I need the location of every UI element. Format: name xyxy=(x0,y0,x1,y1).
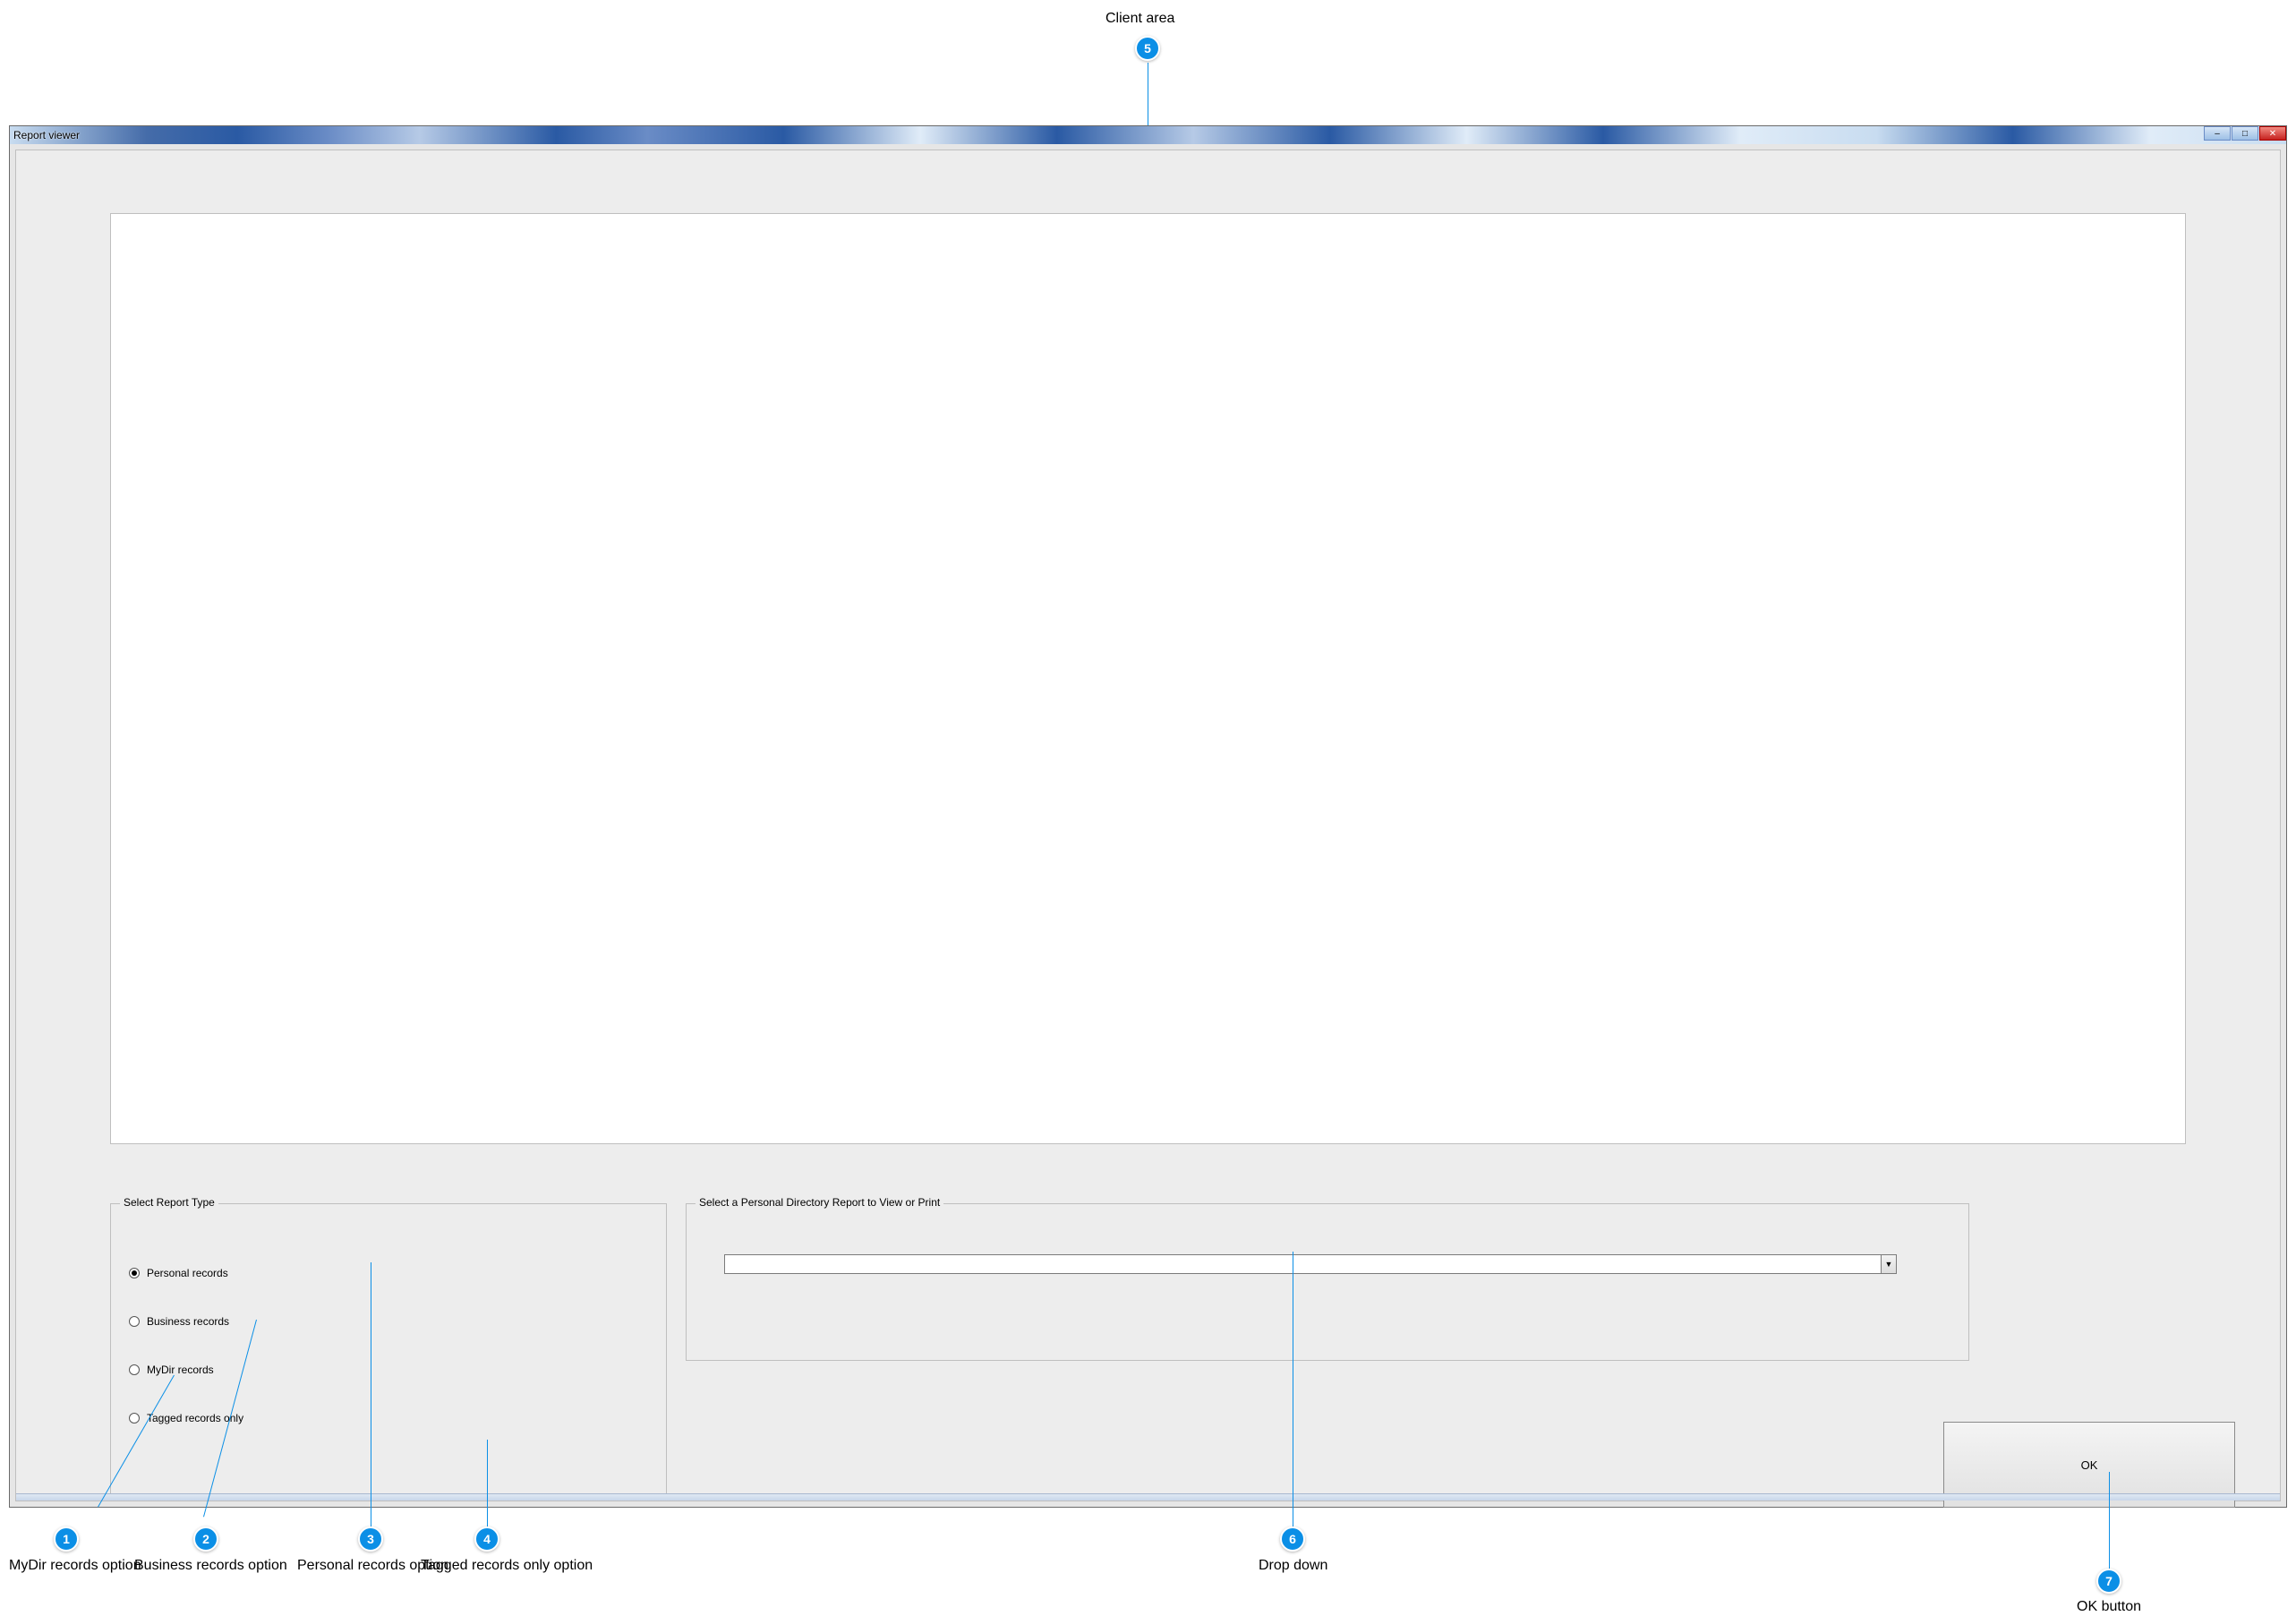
minimize-button[interactable]: – xyxy=(2204,126,2231,141)
radio-personal-records-input[interactable] xyxy=(129,1268,140,1278)
callout-6-badge: 6 xyxy=(1280,1526,1305,1552)
radio-mydir-records-input[interactable] xyxy=(129,1364,140,1375)
callout-5-badge: 5 xyxy=(1135,36,1160,61)
callout-1-badge: 1 xyxy=(54,1526,79,1552)
group-select-directory-report: Select a Personal Directory Report to Vi… xyxy=(686,1203,1969,1361)
window-controls: – □ ✕ xyxy=(2203,126,2286,144)
callout-5-label: Client area xyxy=(1105,11,1174,27)
callout-4-badge: 4 xyxy=(474,1526,499,1552)
directory-report-dropdown[interactable]: ▼ xyxy=(724,1254,1897,1274)
client-area: Select Report Type Personal records Busi… xyxy=(15,150,2281,1501)
window-resize-band[interactable] xyxy=(16,1493,2280,1501)
group-select-directory-report-legend: Select a Personal Directory Report to Vi… xyxy=(696,1196,943,1209)
ok-button-label: OK xyxy=(2081,1458,2098,1472)
chevron-down-icon[interactable]: ▼ xyxy=(1881,1255,1896,1273)
group-select-report-type-legend: Select Report Type xyxy=(120,1196,218,1209)
callout-4-line xyxy=(487,1440,488,1527)
callout-3-badge: 3 xyxy=(358,1526,383,1552)
report-preview xyxy=(110,213,2186,1144)
window-title: Report viewer xyxy=(13,129,80,141)
radio-tagged-records-only-input[interactable] xyxy=(129,1413,140,1424)
radio-personal-records[interactable]: Personal records xyxy=(129,1267,648,1279)
callout-2-label: Business records option xyxy=(134,1558,287,1574)
callout-6-label: Drop down xyxy=(1259,1558,1327,1574)
group-select-report-type: Select Report Type Personal records Busi… xyxy=(110,1203,667,1499)
radio-personal-records-label: Personal records xyxy=(147,1267,228,1279)
radio-business-records[interactable]: Business records xyxy=(129,1315,648,1328)
callout-7-label: OK button xyxy=(2077,1599,2141,1615)
window: Report viewer – □ ✕ Select Report Type P… xyxy=(9,125,2287,1508)
maximize-button[interactable]: □ xyxy=(2232,126,2258,141)
radio-tagged-records-only[interactable]: Tagged records only xyxy=(129,1412,648,1424)
radio-mydir-records-label: MyDir records xyxy=(147,1364,214,1376)
radio-business-records-label: Business records xyxy=(147,1315,229,1328)
radio-business-records-input[interactable] xyxy=(129,1316,140,1327)
callout-2-badge: 2 xyxy=(193,1526,218,1552)
callout-3-label: Personal records option xyxy=(297,1558,448,1574)
titlebar[interactable]: Report viewer – □ ✕ xyxy=(10,126,2286,144)
callout-7-badge: 7 xyxy=(2096,1569,2121,1594)
radio-mydir-records[interactable]: MyDir records xyxy=(129,1364,648,1376)
callout-7-line xyxy=(2109,1472,2110,1569)
callout-1-label: MyDir records option xyxy=(9,1558,141,1574)
close-button[interactable]: ✕ xyxy=(2259,126,2286,141)
callout-4-label: Tagged records only option xyxy=(421,1558,593,1574)
